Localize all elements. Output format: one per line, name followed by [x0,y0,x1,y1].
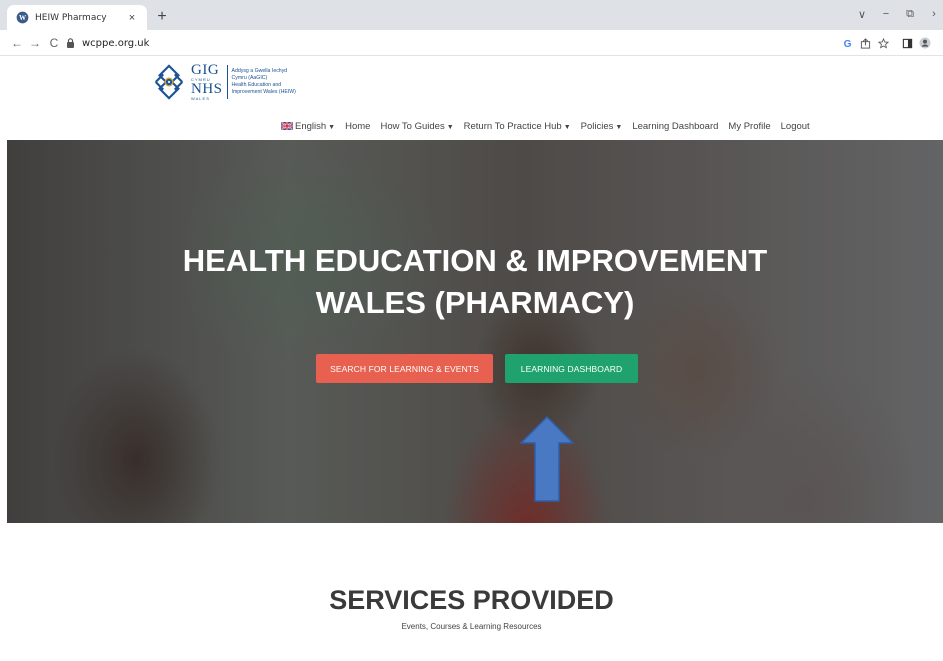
nav-learning-dashboard[interactable]: Learning Dashboard [632,121,718,132]
tab-search-icon[interactable]: ∨ [852,8,872,21]
hero-banner: HEALTH EDUCATION & IMPROVEMENT WALES (PH… [7,140,943,523]
chevron-down-icon: ▼ [615,124,623,131]
wordpress-icon: W [15,11,29,25]
profile-icon[interactable] [918,36,932,50]
logo-line-4: Improvement Wales (HEIW) [231,89,296,95]
browser-tab-bar: W HEIW Pharmacy × + ∨ − ⧉ › [0,0,943,30]
nav-policies-label: Policies [580,121,614,132]
url-field[interactable]: wcppe.org.uk [66,33,836,53]
browser-tab[interactable]: W HEIW Pharmacy × [7,5,147,30]
nav-policies[interactable]: Policies ▼ [581,121,623,132]
logo-line-1: Addysg a Gwella Iechyd [231,68,288,74]
nav-language-label: English [295,121,327,132]
logo-divider [226,65,228,99]
services-title: SERVICES PROVIDED [329,585,614,615]
url-text: wcppe.org.uk [82,37,150,49]
forward-button[interactable]: → [27,35,43,51]
hero-overlay [7,140,943,523]
hero-title-line-1: HEALTH EDUCATION & IMPROVEMENT [182,243,768,278]
nav-return-to-practice[interactable]: Return To Practice Hub ▼ [464,121,571,132]
nav-return-label: Return To Practice Hub [463,121,562,132]
logo-line-2: Cymru (AaGIC) [231,75,268,81]
chevron-down-icon: ▼ [446,124,454,131]
learning-dashboard-button[interactable]: LEARNING DASHBOARD [505,354,638,383]
star-icon[interactable] [876,36,890,50]
new-tab-button[interactable]: + [153,8,171,26]
logo-gig-text: GIG [191,62,220,78]
lock-icon [66,38,76,48]
chevron-down-icon: ▼ [328,124,336,131]
up-arrow-icon [519,415,575,502]
search-learning-events-button[interactable]: SEARCH FOR LEARNING & EVENTS [316,354,493,383]
hero-title-line-2: WALES (PHARMACY) [315,285,635,320]
nav-how-to-label: How To Guides [380,121,445,132]
chevron-down-icon: ▼ [563,124,571,131]
svg-text:G: G [843,39,851,49]
logo-org-name: Addysg a Gwella Iechyd Cymru (AaGIC) Hea… [232,68,296,96]
hero-title: HEALTH EDUCATION & IMPROVEMENT WALES (PH… [7,240,943,324]
sidebar-icon[interactable] [900,36,914,50]
celtic-knot-icon [154,64,184,100]
restore-button[interactable]: ⧉ [900,8,920,21]
nav-my-profile[interactable]: My Profile [728,121,770,132]
tab-title: HEIW Pharmacy [35,12,107,23]
logo-wordmark: GIG CYMRU NHS WALES [191,63,223,101]
nav-logout[interactable]: Logout [781,121,810,132]
main-nav: English ▼ Home How To Guides ▼ Return To P… [281,121,820,132]
services-subtitle: Events, Courses & Learning Resources [401,622,542,631]
google-icon[interactable]: G [840,36,854,50]
logo-nhs-text: NHS [191,81,223,97]
reload-button[interactable]: C [46,35,62,51]
logo-line-3: Health Education and [231,82,282,88]
nav-home[interactable]: Home [345,121,370,132]
close-window-button[interactable]: › [924,8,943,20]
site-logo[interactable]: GIG CYMRU NHS WALES Addysg a Gwella Iech… [150,60,310,104]
svg-text:W: W [18,14,26,22]
tab-close-icon[interactable]: × [125,12,139,24]
logo-wales-text: WALES [191,96,210,101]
uk-flag-icon [281,122,293,131]
nav-how-to-guides[interactable]: How To Guides ▼ [380,121,453,132]
share-icon[interactable] [858,36,872,50]
minimize-button[interactable]: − [876,8,896,20]
back-button[interactable]: ← [9,35,25,51]
nav-language[interactable]: English ▼ [281,121,335,132]
address-bar: ← → C wcppe.org.uk G [0,30,943,56]
